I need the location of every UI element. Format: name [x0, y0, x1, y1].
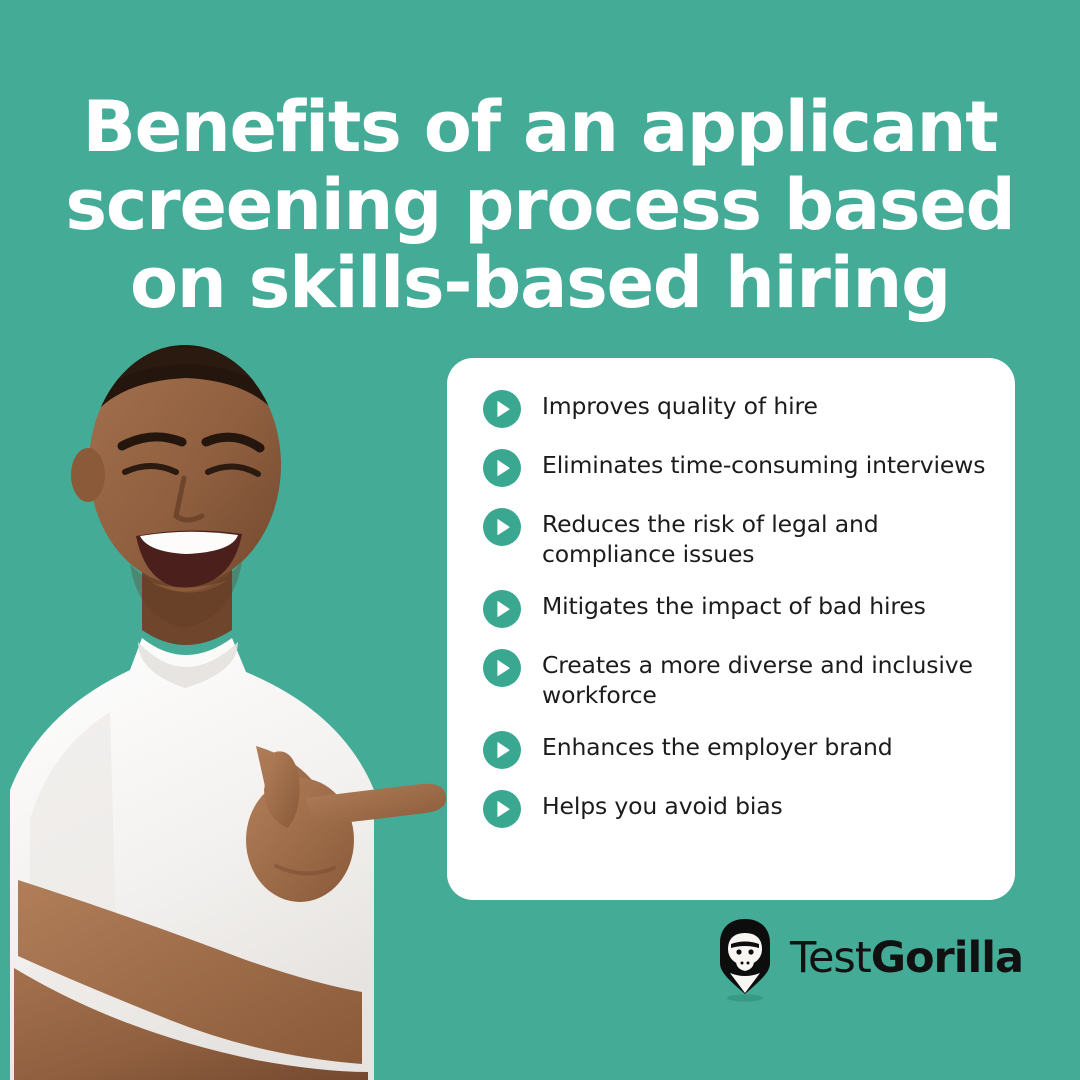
list-item: Helps you avoid bias: [483, 788, 1001, 828]
list-item-label: Creates a more diverse and inclusive wor…: [542, 651, 973, 709]
list-item-label: Enhances the employer brand: [542, 733, 893, 761]
list-item-label: Eliminates time-consuming interviews: [542, 451, 986, 479]
logo-word-test: Test: [790, 932, 872, 983]
list-item: Reduces the risk of legal and compliance…: [483, 506, 1001, 569]
play-circle-icon: [483, 790, 521, 828]
logo-wordmark: TestGorilla: [790, 936, 1024, 984]
play-circle-icon: [483, 590, 521, 628]
list-item: Enhances the employer brand: [483, 729, 1001, 769]
benefits-card: Improves quality of hire Eliminates time…: [447, 358, 1015, 900]
play-circle-icon: [483, 449, 521, 487]
play-circle-icon: [483, 508, 521, 546]
page-title: Benefits of an applicant screening proce…: [65, 86, 1015, 324]
play-circle-icon: [483, 390, 521, 428]
list-item: Improves quality of hire: [483, 388, 1001, 428]
list-item-label: Improves quality of hire: [542, 392, 818, 420]
list-item: Creates a more diverse and inclusive wor…: [483, 647, 1001, 710]
play-circle-icon: [483, 649, 521, 687]
testgorilla-logo: TestGorilla: [714, 916, 1024, 1004]
list-item-label: Reduces the risk of legal and compliance…: [542, 510, 879, 568]
benefits-list: Improves quality of hire Eliminates time…: [483, 388, 1001, 828]
list-item: Mitigates the impact of bad hires: [483, 588, 1001, 628]
gorilla-shield-icon: [714, 917, 776, 1003]
logo-word-gorilla: Gorilla: [870, 932, 1024, 983]
list-item-label: Mitigates the impact of bad hires: [542, 592, 926, 620]
list-item: Eliminates time-consuming interviews: [483, 447, 1001, 487]
infographic-canvas: Benefits of an applicant screening proce…: [0, 0, 1080, 1080]
list-item-label: Helps you avoid bias: [542, 792, 783, 820]
photo-man-pointing: [0, 320, 470, 1080]
play-circle-icon: [483, 731, 521, 769]
